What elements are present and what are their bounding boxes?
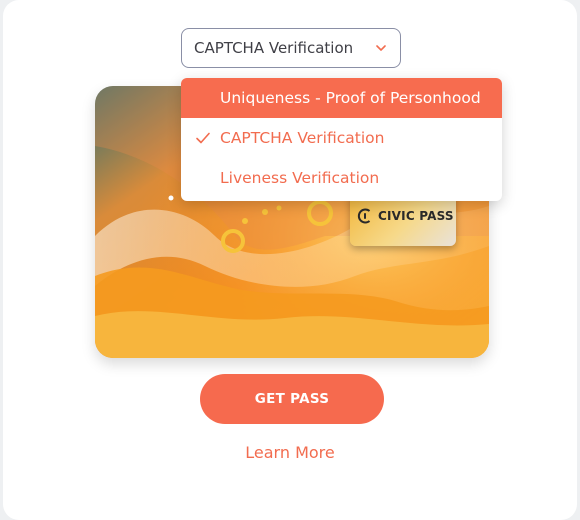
select-value: CAPTCHA Verification (194, 39, 354, 57)
option-liveness[interactable]: Liveness Verification (181, 158, 502, 198)
civic-logo-icon (357, 208, 371, 224)
option-captcha[interactable]: CAPTCHA Verification (181, 118, 502, 158)
option-uniqueness[interactable]: Uniqueness - Proof of Personhood (181, 78, 502, 118)
verification-type-menu: Uniqueness - Proof of Personhood CAPTCHA… (181, 78, 502, 201)
get-pass-button[interactable]: GET PASS (200, 374, 384, 424)
check-icon (196, 132, 210, 144)
civic-pass-label: CIVIC PASS (378, 209, 454, 223)
chevron-down-icon (376, 45, 386, 51)
verification-type-select[interactable]: CAPTCHA Verification (181, 28, 401, 68)
option-label: Uniqueness - Proof of Personhood (220, 89, 481, 107)
option-label: Liveness Verification (220, 169, 380, 187)
learn-more-link[interactable]: Learn More (0, 443, 580, 462)
option-label: CAPTCHA Verification (220, 129, 385, 147)
